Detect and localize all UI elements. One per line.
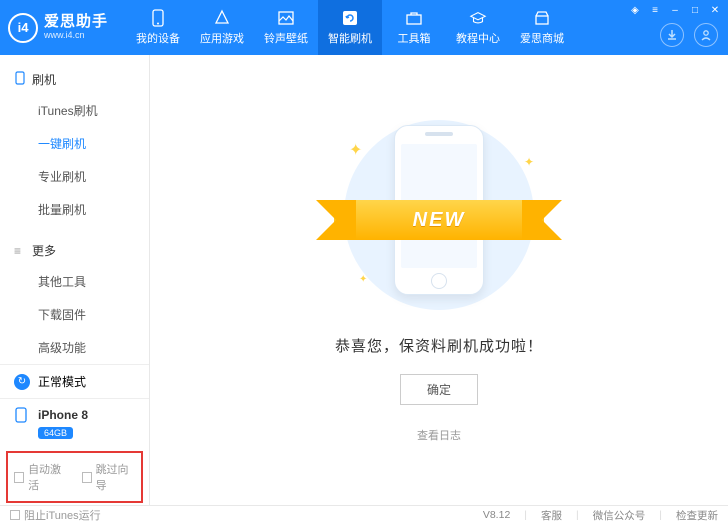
titlebar: i4 爱思助手 www.i4.cn 我的设备 应用游戏 铃声壁纸 智能刷机 工具… — [0, 0, 728, 55]
tab-my-device[interactable]: 我的设备 — [126, 0, 190, 55]
sidebar-head-more: ≡ 更多 — [0, 236, 149, 265]
checkbox-icon — [14, 472, 24, 483]
ok-button[interactable]: 确定 — [400, 374, 478, 405]
tab-toolbox[interactable]: 工具箱 — [382, 0, 446, 55]
storage-badge: 64GB — [38, 427, 73, 439]
close-icon[interactable]: ✕ — [708, 3, 722, 17]
sidebar-item-batch-flash[interactable]: 批量刷机 — [0, 193, 149, 226]
mode-icon: ↻ — [14, 374, 30, 390]
sidebar-item-oneclick-flash[interactable]: 一键刷机 — [0, 127, 149, 160]
sidebar: 刷机 iTunes刷机 一键刷机 专业刷机 批量刷机 ≡ 更多 其他工具 下载固件… — [0, 55, 150, 505]
wechat-link[interactable]: 微信公众号 — [593, 508, 646, 523]
tab-tutorials[interactable]: 教程中心 — [446, 0, 510, 55]
options-box: 自动激活 跳过向导 — [6, 451, 143, 503]
brand-url: www.i4.cn — [44, 31, 108, 41]
store-icon — [533, 9, 551, 27]
window-controls: ◈ ≡ – □ ✕ — [628, 3, 722, 17]
phone-small-icon — [14, 71, 26, 88]
sidebar-head-label: 刷机 — [32, 71, 56, 88]
checkbox-label: 跳过向导 — [96, 461, 135, 493]
phone-icon — [149, 9, 167, 27]
sidebar-head-flash: 刷机 — [0, 65, 149, 94]
sparkle-icon: ✦ — [349, 140, 362, 160]
tab-flash[interactable]: 智能刷机 — [318, 0, 382, 55]
main-content: ✦ ✦ ✦ NEW 恭喜您，保资料刷机成功啦！ 确定 查看日志 — [150, 55, 728, 505]
menu-small-icon: ≡ — [14, 244, 26, 258]
checkbox-icon — [10, 510, 20, 520]
refresh-icon — [341, 9, 359, 27]
view-log-link[interactable]: 查看日志 — [417, 427, 461, 443]
sparkle-icon: ✦ — [524, 155, 534, 169]
mode-label: 正常模式 — [38, 373, 86, 390]
support-link[interactable]: 客服 — [541, 508, 562, 523]
sidebar-item-download-fw[interactable]: 下载固件 — [0, 298, 149, 331]
device-mode[interactable]: ↻ 正常模式 — [0, 364, 149, 398]
tab-label: 爱思商城 — [520, 30, 564, 46]
apps-icon — [213, 9, 231, 27]
checkbox-icon — [82, 472, 92, 483]
download-icon[interactable] — [660, 23, 684, 47]
tab-apps[interactable]: 应用游戏 — [190, 0, 254, 55]
menu-icon[interactable]: ≡ — [648, 3, 662, 17]
device-info[interactable]: iPhone 8 64GB — [0, 398, 149, 447]
statusbar: 阻止iTunes运行 V8.12| 客服| 微信公众号| 检查更新 — [0, 505, 728, 524]
ribbon-text: NEW — [334, 200, 544, 240]
user-icon[interactable] — [694, 23, 718, 47]
device-name: iPhone 8 — [38, 408, 88, 422]
logo-badge: i4 — [8, 13, 38, 43]
sidebar-item-other-tools[interactable]: 其他工具 — [0, 265, 149, 298]
update-link[interactable]: 检查更新 — [676, 508, 718, 523]
checkbox-block-itunes[interactable]: 阻止iTunes运行 — [10, 507, 101, 523]
success-message: 恭喜您，保资料刷机成功啦！ — [335, 335, 543, 356]
image-icon — [277, 9, 295, 27]
checkbox-skip-guide[interactable]: 跳过向导 — [82, 461, 136, 493]
checkbox-auto-activate[interactable]: 自动激活 — [14, 461, 68, 493]
minimize-icon[interactable]: – — [668, 3, 682, 17]
device-phone-icon — [14, 407, 30, 423]
tab-label: 工具箱 — [398, 30, 431, 46]
brand-name: 爱思助手 — [44, 14, 108, 31]
tab-label: 铃声壁纸 — [264, 30, 308, 46]
version-label: V8.12 — [483, 509, 510, 521]
checkbox-label: 阻止iTunes运行 — [24, 507, 101, 523]
titlebar-right — [660, 23, 718, 47]
sidebar-item-itunes-flash[interactable]: iTunes刷机 — [0, 94, 149, 127]
checkbox-label: 自动激活 — [28, 461, 67, 493]
tab-label: 智能刷机 — [328, 30, 372, 46]
tab-label: 应用游戏 — [200, 30, 244, 46]
success-illustration: ✦ ✦ ✦ NEW — [329, 115, 549, 315]
sparkle-icon: ✦ — [359, 274, 367, 285]
tab-store[interactable]: 爱思商城 — [510, 0, 574, 55]
graduation-icon — [469, 9, 487, 27]
toolbox-icon — [405, 9, 423, 27]
main-tabs: 我的设备 应用游戏 铃声壁纸 智能刷机 工具箱 教程中心 爱思商城 — [126, 0, 574, 55]
sidebar-head-label: 更多 — [32, 242, 56, 259]
sidebar-item-advanced[interactable]: 高级功能 — [0, 331, 149, 364]
maximize-icon[interactable]: □ — [688, 3, 702, 17]
tab-ringtones[interactable]: 铃声壁纸 — [254, 0, 318, 55]
skin-icon[interactable]: ◈ — [628, 3, 642, 17]
tab-label: 我的设备 — [136, 30, 180, 46]
sidebar-item-pro-flash[interactable]: 专业刷机 — [0, 160, 149, 193]
tab-label: 教程中心 — [456, 30, 500, 46]
app-logo: i4 爱思助手 www.i4.cn — [8, 13, 108, 43]
